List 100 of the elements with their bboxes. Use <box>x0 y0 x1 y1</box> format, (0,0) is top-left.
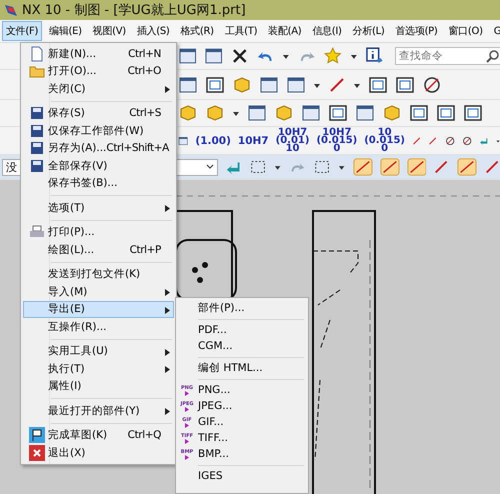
menu-item[interactable]: 选项(T) <box>23 199 174 216</box>
menu-item[interactable]: 实用工具(U) <box>23 342 174 360</box>
frame-icon[interactable] <box>205 74 225 94</box>
menu-item[interactable]: 完成草图(K) Ctrl+Q <box>23 426 174 444</box>
menu-item-label: 关闭(C) <box>48 82 87 96</box>
frame-icon[interactable] <box>395 74 415 94</box>
menu-item[interactable]: 互操作(R)... <box>23 318 174 336</box>
frame-icon[interactable] <box>368 74 388 94</box>
diameter-icon[interactable] <box>422 74 442 94</box>
dimension-style-button[interactable]: 10H7 <box>238 134 269 146</box>
menu-item-label: 新建(N)... <box>48 46 98 61</box>
frame-icon[interactable] <box>409 103 429 123</box>
dropdown-caret-icon[interactable] <box>206 164 214 170</box>
window-icon[interactable] <box>204 46 224 66</box>
menu-item[interactable]: 编辑(E) <box>45 21 86 41</box>
menu-item-label: 导入(M) <box>48 284 88 299</box>
window-icon[interactable] <box>286 74 306 94</box>
menu-item-label: 最近打开的部件(Y) <box>48 404 141 418</box>
menu-item[interactable]: 全部保存(V) <box>23 157 174 174</box>
menu-item[interactable]: 绘图(L)... Ctrl+P <box>23 241 174 258</box>
window-icon[interactable] <box>178 46 198 66</box>
window-icon[interactable] <box>259 74 279 94</box>
line-icon[interactable] <box>328 76 346 94</box>
menu-item-label: 保存(S) <box>48 106 86 120</box>
menu-item-label: 导出(E) <box>48 302 86 316</box>
menu-item-label: 另存为(A)... <box>48 141 106 156</box>
shortcut-text: Ctrl+Shift+A <box>106 142 169 154</box>
printer-icon <box>29 225 45 240</box>
menu-item-label: 打印(P)... <box>48 225 96 240</box>
selection-box-icon[interactable] <box>248 158 267 176</box>
menu-item[interactable]: 工具(T) <box>220 21 262 41</box>
dimension-style-button[interactable]: 10H7 (0.01) 10 <box>276 128 310 152</box>
menu-item[interactable]: PDF... <box>176 322 308 338</box>
menu-item[interactable]: 装配(A) <box>264 21 306 41</box>
menu-item[interactable]: 打开(O)... Ctrl+O <box>23 62 174 80</box>
window-icon[interactable] <box>178 74 198 94</box>
menu-item[interactable]: 导出(E) <box>23 300 174 318</box>
menu-item[interactable]: 发送到打包文件(K) <box>23 266 174 283</box>
menu-item[interactable]: 最近打开的部件(Y) <box>23 402 174 420</box>
app-logo-icon <box>4 3 18 17</box>
menu-item-label: 完成草图(K) <box>48 428 108 442</box>
menu-item[interactable]: 执行(T) <box>23 360 174 378</box>
window-icon[interactable] <box>355 103 375 123</box>
filter-value: 没 <box>6 160 17 174</box>
menu-item-label: 保存书签(B)... <box>48 176 118 190</box>
menu-item[interactable]: 新建(N)... Ctrl+N <box>23 45 174 62</box>
exit-icon <box>29 444 45 461</box>
menu-item[interactable]: 分析(L) <box>348 21 388 41</box>
shortcut-text: Ctrl+S <box>129 107 161 120</box>
menu-item[interactable]: 退出(X) <box>23 444 174 462</box>
menu-item-label: 属性(I) <box>48 379 82 394</box>
info-icon[interactable] <box>364 46 384 66</box>
shortcut-text: Ctrl+Q <box>128 429 161 442</box>
menu-item-label: 互操作(R)... <box>48 320 108 334</box>
menu-item[interactable]: 导入(M) <box>23 283 174 300</box>
menu-item[interactable]: 格式(R) <box>176 21 218 41</box>
menu-item-label: 退出(X) <box>48 446 86 460</box>
window-title: NX 10 - 制图 - [学UG就上UG网1.prt] <box>22 2 246 19</box>
search-field[interactable]: 查找命令 <box>395 47 500 65</box>
menu-item[interactable]: 文件(F) <box>2 21 42 41</box>
line-icon[interactable] <box>433 158 450 176</box>
selection-box-icon[interactable] <box>313 158 332 176</box>
menu-item[interactable]: 关闭(C) <box>23 80 174 98</box>
menu-item[interactable]: 插入(S) <box>132 21 174 41</box>
menu-item[interactable]: 打印(P)... <box>23 224 174 241</box>
frame-icon[interactable] <box>436 103 456 123</box>
frame-icon[interactable] <box>463 103 483 123</box>
dimension-style-button[interactable]: (1.00) <box>195 134 231 146</box>
menu-item[interactable]: 保存书签(B)... <box>23 174 174 192</box>
dimension-style-button[interactable]: 10H7 (0.015) 0 <box>316 128 358 152</box>
frame-icon[interactable] <box>328 103 348 123</box>
menu-item-label: 仅保存工作部件(W) <box>48 124 145 138</box>
menu-item[interactable]: G <box>490 22 500 40</box>
menu-item[interactable]: 属性(I) <box>23 378 174 395</box>
folder-icon <box>29 64 45 78</box>
menu-item[interactable]: 仅保存工作部件(W) <box>23 122 174 140</box>
menu-item[interactable]: IGES <box>176 468 308 484</box>
window-icon[interactable] <box>301 103 321 123</box>
menu-item[interactable]: 信息(I) <box>308 21 346 41</box>
menu-item[interactable]: 首选项(P) <box>391 21 442 41</box>
menu-item[interactable]: 另存为(A)...Ctrl+Shift+A <box>23 140 174 157</box>
menu-item-label: 打开(O)... <box>48 64 98 78</box>
line-icon[interactable] <box>484 158 500 176</box>
shortcut-text: Ctrl+N <box>128 48 161 60</box>
menu-item-label: 绘图(L)... <box>48 242 96 257</box>
menu-item[interactable]: 窗口(O) <box>444 21 487 41</box>
new-page-icon <box>30 46 44 62</box>
shortcut-text: Ctrl+O <box>128 65 161 78</box>
dimension-style-button[interactable]: 10 (0.015) 0 <box>364 128 406 152</box>
menu-item[interactable]: 部件(P)... <box>176 300 308 316</box>
star-icon[interactable] <box>323 46 343 66</box>
menu-item-label: 发送到打包文件(K) <box>48 267 142 282</box>
window-icon[interactable] <box>247 103 267 123</box>
menu-item[interactable]: CGM... <box>176 338 308 354</box>
shortcut-text: Ctrl+P <box>130 244 161 256</box>
delete-icon[interactable] <box>230 47 248 65</box>
menu-item[interactable]: 保存(S) Ctrl+S <box>23 104 174 122</box>
finish-flag-icon <box>29 427 45 444</box>
menu-item[interactable]: 视图(V) <box>88 21 130 41</box>
menu-item[interactable]: 编创 HTML... <box>176 360 308 376</box>
